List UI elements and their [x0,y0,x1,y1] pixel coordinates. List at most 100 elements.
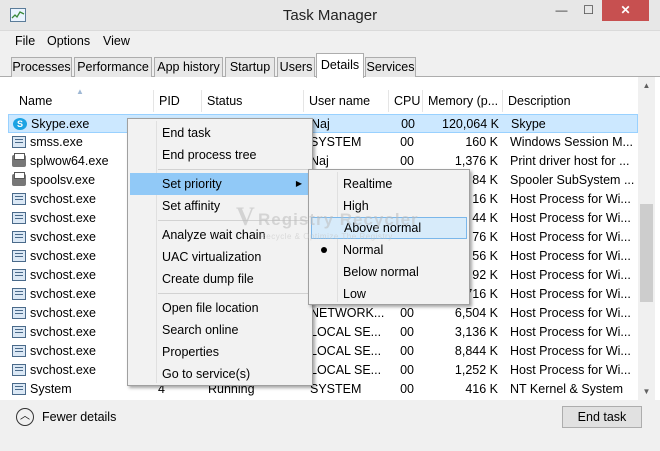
column-header-pid[interactable]: PID [154,90,202,112]
cell-mem: 160 K [465,135,498,149]
cell-name: svchost.exe [30,325,97,339]
menu-separator [158,293,308,294]
menu-open-file-location[interactable]: Open file location [130,297,310,319]
end-task-button[interactable]: End task [562,406,642,428]
menu-create-dump-file[interactable]: Create dump file [130,268,310,290]
title-bar[interactable]: Task Manager — ☐ ✕ [0,0,660,31]
cell-user: SYSTEM [310,135,362,149]
priority-below-normal[interactable]: Below normal [311,261,467,283]
priority-above-normal[interactable]: Above normal [311,217,467,239]
tab-processes[interactable]: Processes [11,57,72,77]
service-icon [12,193,26,205]
cell-cpu: 00 [401,117,415,131]
menu-bar: File Options View [0,31,660,51]
cell-name: System [30,382,72,396]
menu-set-priority[interactable]: Set priority ▶ [130,173,310,195]
cell-desc: Spooler SubSystem ... [510,173,635,187]
column-header-cpu[interactable]: CPU [389,90,423,112]
cell-desc: Host Process for Wi... [510,249,631,263]
skype-icon: S [13,118,27,130]
service-icon [12,231,26,243]
menu-file[interactable]: File [15,34,35,48]
cell-cpu: 00 [400,306,414,320]
cell-desc: NT Kernel & System [510,382,624,396]
fewer-details-link[interactable]: Fewer details [42,410,116,424]
cell-desc: Skype [511,117,546,131]
table-row[interactable]: smss.exe SYSTEM 00 160 K Windows Session M..… [8,133,638,152]
priority-normal[interactable]: Normal [311,239,467,261]
cell-name: svchost.exe [30,363,97,377]
tab-startup[interactable]: Startup [225,57,275,77]
cell-user: Naj [311,117,330,131]
cell-mem: 3,136 K [454,325,498,339]
menu-separator [158,220,308,221]
cell-desc: Host Process for Wi... [510,268,631,282]
cell-desc: Host Process for Wi... [510,230,631,244]
cell-mem: 6,504 K [454,306,498,320]
menu-separator [158,169,308,170]
service-icon [12,307,26,319]
table-row[interactable]: svchost.exe LOCAL SE... 00 3,136 K Host Proc… [8,323,638,342]
cell-name: svchost.exe [30,192,97,206]
cell-name: svchost.exe [30,344,97,358]
cell-cpu: 00 [400,325,414,339]
menu-analyze-wait-chain[interactable]: Analyze wait chain [130,224,310,246]
maximize-button[interactable]: ☐ [575,0,602,21]
priority-low[interactable]: Low [311,283,467,305]
cell-desc: Host Process for Wi... [510,211,631,225]
column-header-status[interactable]: Status [202,90,304,112]
cell-name: smss.exe [30,135,83,149]
printer-icon [12,172,26,186]
menu-view[interactable]: View [103,34,130,48]
priority-normal-label: Normal [343,243,384,257]
cell-user: LOCAL SE... [310,344,382,358]
menu-properties[interactable]: Properties [130,341,310,363]
scroll-thumb[interactable] [640,204,653,302]
menu-uac-virtualization[interactable]: UAC virtualization [130,246,310,268]
chevron-up-icon[interactable]: ︿ [16,408,34,426]
printer-icon [12,153,26,167]
menu-go-to-services[interactable]: Go to service(s) [130,363,310,385]
column-header-name[interactable]: Name [14,90,154,112]
menu-end-process-tree[interactable]: End process tree [130,144,310,166]
minimize-button[interactable]: — [548,0,575,21]
menu-options[interactable]: Options [47,34,90,48]
tab-details[interactable]: Details [316,53,364,78]
column-header-memory[interactable]: Memory (p... [423,90,503,112]
service-icon [12,136,26,148]
tab-services[interactable]: Services [365,57,416,77]
cell-name: splwow64.exe [30,154,109,168]
menu-set-affinity[interactable]: Set affinity [130,195,310,217]
tab-users[interactable]: Users [277,57,315,77]
table-row[interactable]: SSkype.exe384RunningNaj00120,064 KSkype [8,114,638,133]
table-row[interactable]: svchost.exe NETWORK... 00 6,504 K Host Proce… [8,304,638,323]
tab-performance[interactable]: Performance [74,57,152,77]
priority-high[interactable]: High [311,195,467,217]
service-icon [12,364,26,376]
tab-app-history[interactable]: App history [154,57,223,77]
scroll-down-arrow-icon[interactable]: ▼ [638,383,655,400]
cell-desc: Windows Session M... [510,135,633,149]
table-row[interactable]: svchost.exe LOCAL SE... 00 1,252 K Host Proc… [8,361,638,380]
cell-mem: 1,252 K [454,363,498,377]
cell-cpu: 00 [400,344,414,358]
cell-name: svchost.exe [30,211,97,225]
tab-strip: Processes Performance App history Startu… [0,53,660,78]
cell-name: svchost.exe [30,268,97,282]
cell-desc: Host Process for Wi... [510,363,631,377]
column-header-user[interactable]: User name [304,90,389,112]
vertical-scrollbar[interactable]: ▲ ▼ [638,77,655,400]
cell-name: svchost.exe [30,287,97,301]
table-row[interactable]: svchost.exe LOCAL SE... 00 8,844 K Host Proc… [8,342,638,361]
cell-mem: 120,064 K [442,117,499,131]
cell-cpu: 00 [400,363,414,377]
close-button[interactable]: ✕ [602,0,649,21]
cell-name: svchost.exe [30,249,97,263]
menu-search-online[interactable]: Search online [130,319,310,341]
column-header-description[interactable]: Description [503,90,633,112]
priority-submenu: Realtime High Above normal Normal Below … [308,169,470,305]
menu-end-task[interactable]: End task [130,122,310,144]
priority-realtime[interactable]: Realtime [311,173,467,195]
scroll-up-arrow-icon[interactable]: ▲ [638,77,655,94]
table-row[interactable]: System 4 Running SYSTEM 00 416 K NT Kernel & S… [8,380,638,399]
